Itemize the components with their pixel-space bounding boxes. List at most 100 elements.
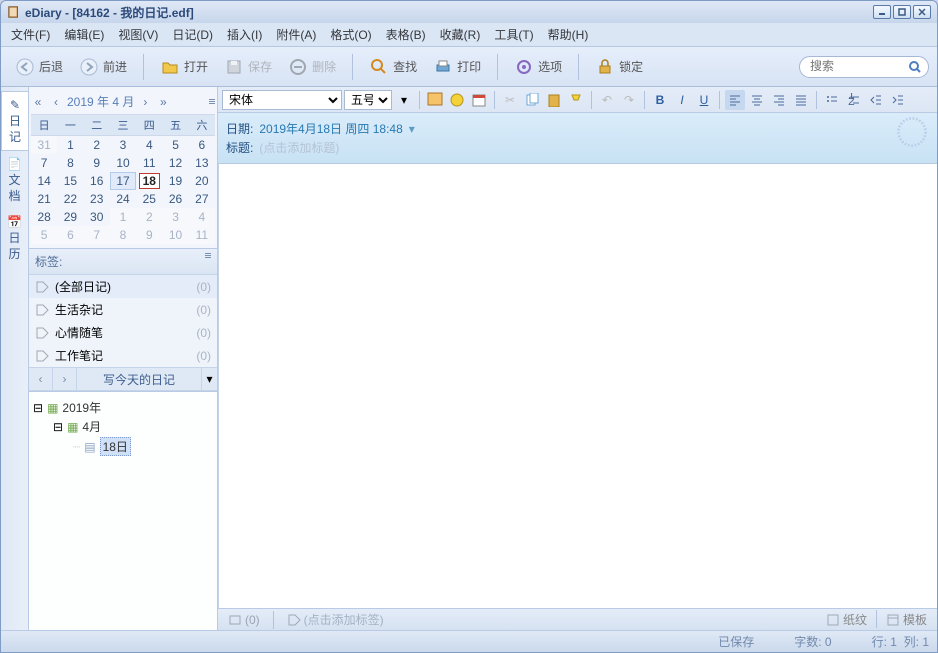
cal-day[interactable]: 26 [162,190,188,208]
collapse-icon[interactable]: ⊟ [33,401,43,415]
collapse-icon[interactable]: ⊟ [53,420,63,434]
cal-day[interactable]: 2 [84,136,110,154]
left-tab-calendar[interactable]: 📅日历 [1,209,28,267]
cal-day[interactable]: 1 [110,208,136,226]
cal-day[interactable]: 19 [162,172,188,190]
write-today-button[interactable]: 写今天的日记 [77,368,201,390]
insert-image-icon[interactable] [425,90,445,110]
menu-工具[interactable]: 工具(T) [488,24,539,45]
redo-icon[interactable]: ↷ [619,90,639,110]
cal-day[interactable]: 10 [110,154,136,172]
cal-next-year[interactable]: » [156,95,170,109]
cal-day[interactable]: 2 [136,208,162,226]
cal-day[interactable]: 5 [31,226,57,244]
align-justify-icon[interactable] [791,90,811,110]
outdent-icon[interactable] [866,90,886,110]
cal-day[interactable]: 22 [57,190,83,208]
menu-格式[interactable]: 格式(O) [324,24,377,45]
cal-day[interactable]: 27 [189,190,215,208]
menu-插入[interactable]: 插入(I) [221,24,268,45]
cal-day[interactable]: 3 [110,136,136,154]
underline-button[interactable]: U [694,90,714,110]
cal-menu-icon[interactable] [209,99,215,104]
cal-day[interactable]: 9 [136,226,162,244]
cal-day[interactable]: 9 [84,154,110,172]
cal-day[interactable]: 17 [110,172,136,190]
bullet-list-icon[interactable] [822,90,842,110]
cal-day[interactable]: 15 [57,172,83,190]
date-value[interactable]: 2019年4月18日 周四 18:48 [259,120,402,137]
cal-day[interactable]: 20 [189,172,215,190]
close-button[interactable] [913,5,931,19]
cal-next-month[interactable]: › [138,95,152,109]
cal-day[interactable]: 4 [136,136,162,154]
undo-icon[interactable]: ↶ [597,90,617,110]
cal-day[interactable]: 23 [84,190,110,208]
tags-button[interactable]: (点击添加标签) [283,610,388,629]
cal-day[interactable]: 11 [189,226,215,244]
cal-day[interactable]: 16 [84,172,110,190]
cal-day[interactable]: 6 [57,226,83,244]
cal-day[interactable]: 25 [136,190,162,208]
back-button[interactable]: 后退 [9,54,69,80]
date-icon[interactable] [469,90,489,110]
cal-day[interactable]: 8 [57,154,83,172]
cal-day[interactable]: 3 [162,208,188,226]
emoji-icon[interactable] [447,90,467,110]
number-list-icon[interactable]: 12 [844,90,864,110]
size-select[interactable]: 五号 [344,90,392,110]
cal-day[interactable]: 18 [136,172,162,190]
save-button[interactable]: 保存 [218,54,278,80]
bold-button[interactable]: B [650,90,670,110]
cal-day[interactable]: 7 [31,154,57,172]
copy-icon[interactable] [522,90,542,110]
italic-button[interactable]: I [672,90,692,110]
cal-prev-month[interactable]: ‹ [49,95,63,109]
cut-icon[interactable]: ✂ [500,90,520,110]
lock-button[interactable]: 锁定 [589,54,649,80]
tag-next-button[interactable]: › [53,368,77,390]
forward-button[interactable]: 前进 [73,54,133,80]
attach-button[interactable]: (0) [224,612,264,628]
tree-year-node[interactable]: ⊟▦2019年 [33,398,213,417]
template-button[interactable]: 模板 [882,610,931,629]
search-icon[interactable] [908,60,922,77]
cal-prev-year[interactable]: « [31,95,45,109]
cal-day[interactable]: 21 [31,190,57,208]
cal-day[interactable]: 4 [189,208,215,226]
cal-day[interactable]: 10 [162,226,188,244]
menu-视图[interactable]: 视图(V) [112,24,164,45]
tag-item[interactable]: 工作笔记(0) [29,344,217,367]
print-button[interactable]: 打印 [427,54,487,80]
cal-day[interactable]: 29 [57,208,83,226]
editor-body[interactable] [218,164,937,608]
date-dropdown-icon[interactable]: ▾ [409,122,415,136]
menu-日记[interactable]: 日记(D) [166,24,219,45]
cal-day[interactable]: 28 [31,208,57,226]
options-button[interactable]: 选项 [508,54,568,80]
tags-menu-icon[interactable] [205,253,211,270]
cal-day[interactable]: 31 [31,136,57,154]
tag-item[interactable]: (全部日记)(0) [29,275,217,298]
cal-day[interactable]: 12 [162,154,188,172]
menu-帮助[interactable]: 帮助(H) [542,24,595,45]
align-center-icon[interactable] [747,90,767,110]
cal-day[interactable]: 7 [84,226,110,244]
menu-编辑[interactable]: 编辑(E) [58,24,110,45]
tree-day-node[interactable]: ┈▤18日 [73,436,213,457]
minimize-button[interactable] [873,5,891,19]
format-brush-icon[interactable] [566,90,586,110]
tag-prev-button[interactable]: ‹ [29,368,53,390]
open-button[interactable]: 打开 [154,54,214,80]
search-box[interactable] [799,56,929,78]
search-button[interactable]: 查找 [363,54,423,80]
paste-icon[interactable] [544,90,564,110]
menu-附件[interactable]: 附件(A) [270,24,322,45]
align-left-icon[interactable] [725,90,745,110]
menu-表格[interactable]: 表格(B) [380,24,432,45]
tree-month-node[interactable]: ⊟▦4月 [53,417,213,436]
align-right-icon[interactable] [769,90,789,110]
menu-收藏[interactable]: 收藏(R) [434,24,487,45]
cal-day[interactable]: 30 [84,208,110,226]
cal-day[interactable]: 1 [57,136,83,154]
